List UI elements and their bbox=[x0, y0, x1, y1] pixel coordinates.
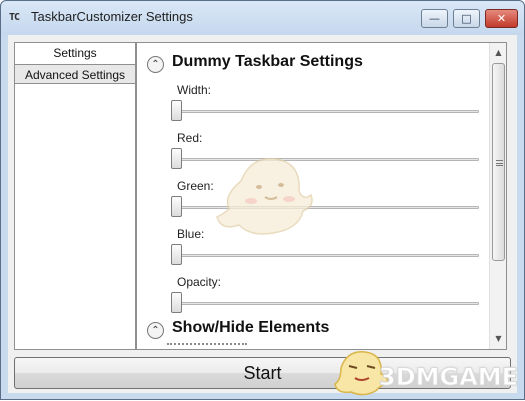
blue-slider-thumb[interactable] bbox=[171, 244, 182, 265]
collapse-show-hide-button[interactable]: ⌃ bbox=[147, 322, 164, 339]
width-slider-thumb[interactable] bbox=[171, 100, 182, 121]
red-slider-thumb[interactable] bbox=[171, 148, 182, 169]
minimize-button[interactable]: — bbox=[421, 9, 448, 28]
partially-hidden-row bbox=[167, 343, 247, 349]
collapse-dummy-taskbar-button[interactable]: ⌃ bbox=[147, 56, 164, 73]
scrollbar-thumb[interactable] bbox=[492, 63, 505, 261]
opacity-slider[interactable] bbox=[171, 292, 479, 314]
opacity-label: Opacity: bbox=[177, 275, 222, 289]
vertical-scrollbar[interactable]: ▲ ▼ bbox=[489, 43, 506, 349]
window-title: TaskbarCustomizer Settings bbox=[31, 9, 193, 24]
settings-panel: ⌃ Dummy Taskbar Settings Width: Red: Gre… bbox=[136, 42, 507, 350]
green-slider-thumb[interactable] bbox=[171, 196, 182, 217]
width-label: Width: bbox=[177, 83, 212, 97]
app-icon: TC bbox=[9, 12, 20, 23]
blue-slider-track bbox=[173, 254, 479, 257]
opacity-slider-track bbox=[173, 302, 479, 305]
tab-settings[interactable]: Settings bbox=[15, 43, 135, 63]
blue-slider[interactable] bbox=[171, 244, 479, 266]
scroll-down-arrow-icon[interactable]: ▼ bbox=[490, 331, 506, 347]
scroll-up-arrow-icon[interactable]: ▲ bbox=[490, 45, 506, 61]
dummy-taskbar-section-title: Dummy Taskbar Settings bbox=[172, 53, 363, 70]
width-slider-track bbox=[173, 110, 479, 113]
width-slider[interactable] bbox=[171, 100, 479, 122]
watermark-text: 3DMGAME bbox=[378, 363, 519, 392]
mascot-watermark-icon bbox=[216, 157, 313, 235]
opacity-slider-thumb[interactable] bbox=[171, 292, 182, 313]
scrollbar-grip-icon bbox=[496, 160, 503, 166]
show-hide-section-title: Show/Hide Elements bbox=[172, 319, 330, 336]
app-window: TC TaskbarCustomizer Settings — □ ✕ Sett… bbox=[0, 0, 525, 400]
tab-strip: Settings Advanced Settings bbox=[14, 42, 136, 350]
maximize-button[interactable]: □ bbox=[453, 9, 480, 28]
red-label: Red: bbox=[177, 131, 203, 145]
green-label: Green: bbox=[177, 179, 214, 193]
title-bar[interactable]: TC TaskbarCustomizer Settings — □ ✕ bbox=[1, 1, 524, 35]
tab-advanced-settings[interactable]: Advanced Settings bbox=[15, 64, 135, 84]
blue-label: Blue: bbox=[177, 227, 205, 241]
close-button[interactable]: ✕ bbox=[485, 9, 518, 28]
